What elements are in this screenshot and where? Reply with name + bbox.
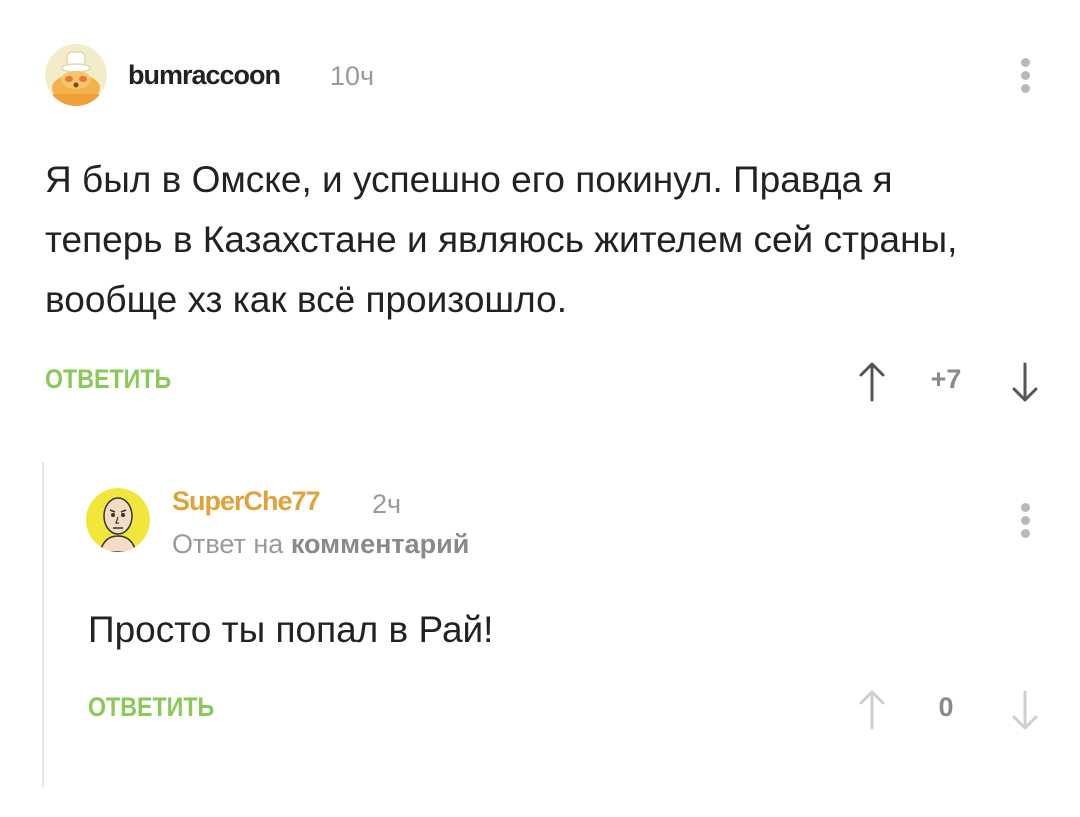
comment-text: Просто ты попал в Рай! [88, 609, 494, 650]
arrow-down-icon[interactable] [1010, 360, 1040, 404]
reply-to-prefix: Ответ на [172, 529, 284, 559]
thread-line [42, 462, 44, 787]
username[interactable]: SuperChe77 [172, 486, 321, 517]
username[interactable]: bumraccoon [128, 60, 281, 91]
avatar[interactable] [45, 44, 107, 106]
timestamp: 10ч [330, 61, 375, 91]
rating-value: +7 [930, 364, 962, 394]
timestamp: 2ч [372, 489, 402, 519]
arrow-up-icon[interactable] [857, 360, 887, 404]
reply-to-link[interactable]: комментарий [291, 529, 470, 559]
more-vertical-icon[interactable] [1010, 499, 1040, 543]
reply-button[interactable]: ОТВЕТИТЬ [45, 364, 171, 395]
avatar[interactable] [86, 488, 150, 552]
arrow-down-icon[interactable] [1010, 688, 1040, 732]
comment-text: Я был в Омске, и успешно его покинул. Пр… [45, 159, 958, 320]
arrow-up-icon[interactable] [857, 688, 887, 732]
reply-button[interactable]: ОТВЕТИТЬ [88, 692, 214, 723]
more-vertical-icon[interactable] [1010, 54, 1040, 98]
rating-value: 0 [938, 692, 954, 722]
reply-to-line: Ответ на комментарий [172, 529, 469, 560]
